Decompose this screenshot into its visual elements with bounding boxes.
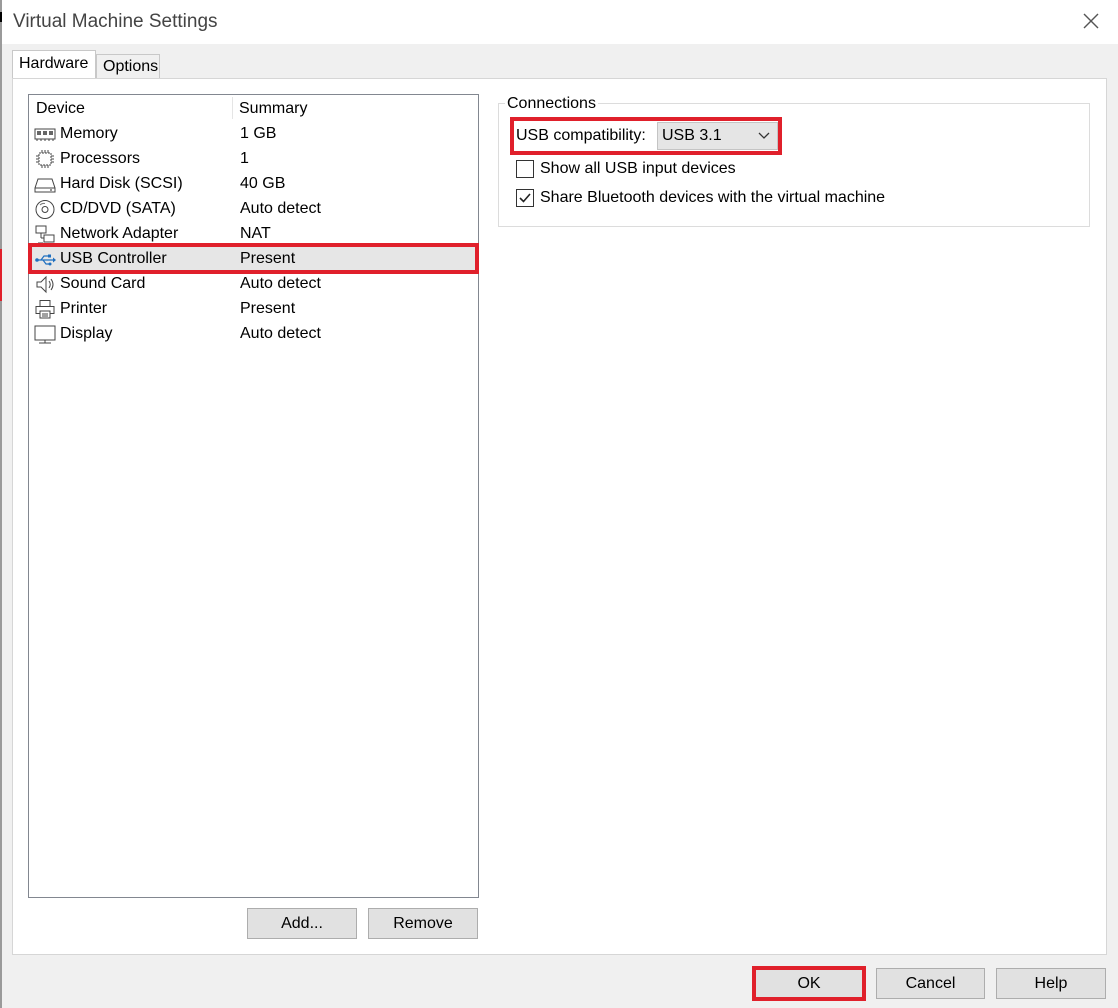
device-row-printer[interactable]: Printer Present — [32, 297, 475, 322]
device-summary: Auto detect — [240, 200, 321, 217]
memory-icon — [34, 128, 56, 141]
device-row-hard-disk[interactable]: Hard Disk (SCSI) 40 GB — [32, 172, 475, 197]
device-name: Printer — [60, 300, 108, 317]
network-icon — [35, 225, 55, 244]
device-name: CD/DVD (SATA) — [60, 200, 176, 217]
connections-title: Connections — [505, 95, 598, 113]
device-summary: Present — [240, 300, 296, 317]
cancel-button[interactable]: Cancel — [876, 968, 985, 999]
window-edge — [0, 0, 2, 1008]
device-name: Processors — [60, 150, 141, 167]
device-list[interactable]: Device Summary Memory 1 GB Processors 1 … — [28, 94, 479, 898]
device-summary: 40 GB — [240, 175, 286, 192]
device-name: Network Adapter — [60, 225, 179, 242]
device-row-processors[interactable]: Processors 1 — [32, 147, 475, 172]
highlight-box-usb-row — [28, 243, 479, 274]
show-all-usb-checkbox[interactable] — [516, 160, 534, 178]
device-name: Memory — [60, 125, 118, 142]
add-button[interactable]: Add... — [247, 908, 357, 939]
device-row-memory[interactable]: Memory 1 GB — [32, 122, 475, 147]
show-all-usb-label[interactable]: Show all USB input devices — [540, 160, 736, 178]
close-icon — [1083, 13, 1099, 29]
speaker-icon — [36, 275, 54, 294]
device-summary: 1 GB — [240, 125, 277, 142]
help-button[interactable]: Help — [996, 968, 1106, 999]
device-name: Hard Disk (SCSI) — [60, 175, 183, 192]
highlight-box-ok — [752, 966, 866, 1001]
device-summary: Auto detect — [240, 275, 321, 292]
device-name: Display — [60, 325, 113, 342]
device-summary: NAT — [240, 225, 271, 242]
display-icon — [34, 325, 56, 344]
printer-icon — [35, 300, 55, 319]
device-name: Sound Card — [60, 275, 146, 292]
processor-icon — [36, 150, 54, 168]
device-row-display[interactable]: Display Auto detect — [32, 322, 475, 347]
close-button[interactable] — [1078, 8, 1104, 34]
share-bluetooth-checkbox[interactable] — [516, 189, 534, 207]
device-summary: 1 — [240, 150, 249, 167]
device-row-sound-card[interactable]: Sound Card Auto detect — [32, 272, 475, 297]
tab-hardware[interactable]: Hardware — [12, 50, 96, 79]
column-header-device[interactable]: Device — [36, 100, 85, 118]
highlight-box-usb-compat — [510, 117, 782, 155]
hard-disk-icon — [34, 178, 56, 193]
tab-options[interactable]: Options — [96, 54, 160, 78]
share-bluetooth-label[interactable]: Share Bluetooth devices with the virtual… — [540, 189, 885, 207]
column-header-summary[interactable]: Summary — [239, 100, 307, 118]
window-title: Virtual Machine Settings — [13, 11, 218, 32]
remove-button[interactable]: Remove — [368, 908, 478, 939]
cd-dvd-icon — [35, 200, 55, 219]
title-bar: Virtual Machine Settings — [0, 0, 1118, 44]
device-summary: Auto detect — [240, 325, 321, 342]
device-row-cd-dvd[interactable]: CD/DVD (SATA) Auto detect — [32, 197, 475, 222]
checkmark-icon — [519, 193, 531, 203]
